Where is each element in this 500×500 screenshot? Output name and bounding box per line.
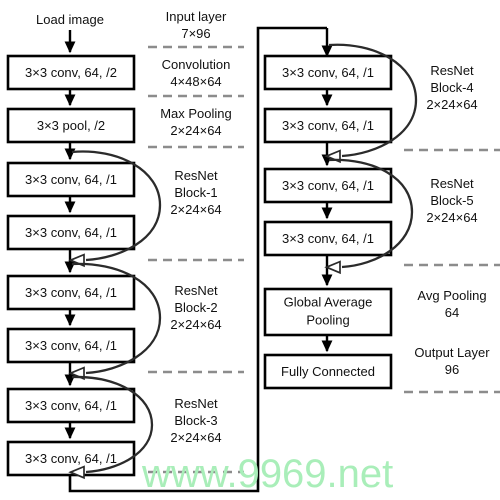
svg-text:Output Layer: Output Layer — [414, 345, 490, 360]
svg-text:Max Pooling: Max Pooling — [160, 106, 232, 121]
svg-text:3×3 conv, 64, /1: 3×3 conv, 64, /1 — [25, 285, 117, 300]
svg-text:Convolution: Convolution — [162, 57, 231, 72]
box-right-b5-conv1: 3×3 conv, 64, /1 — [263, 167, 393, 204]
svg-text:7×96: 7×96 — [181, 26, 210, 41]
svg-text:Block-4: Block-4 — [430, 80, 473, 95]
architecture-diagram: Load image 3×3 conv, 64, /2 3×3 pool, /2… — [0, 0, 500, 500]
annotation-max-pooling: Max Pooling 2×24×64 — [160, 106, 232, 138]
svg-text:3×3 conv, 64, /1: 3×3 conv, 64, /1 — [282, 178, 374, 193]
annotation-resnet-block-5: ResNet Block-5 2×24×64 — [426, 176, 477, 225]
svg-text:3×3 conv, 64, /1: 3×3 conv, 64, /1 — [25, 172, 117, 187]
svg-text:ResNet: ResNet — [430, 63, 474, 78]
annotation-resnet-block-4: ResNet Block-4 2×24×64 — [426, 63, 477, 112]
box-right-b5-conv2: 3×3 conv, 64, /1 — [263, 220, 393, 257]
box-left-conv1: 3×3 conv, 64, /2 — [6, 54, 136, 91]
skip-arrowhead-block-5 — [324, 260, 341, 275]
annotation-convolution: Convolution 4×48×64 — [162, 57, 231, 89]
svg-text:Block-3: Block-3 — [174, 413, 217, 428]
svg-text:2×24×64: 2×24×64 — [170, 430, 221, 445]
annotation-input-layer: Input layer 7×96 — [166, 9, 227, 41]
svg-text:2×24×64: 2×24×64 — [426, 210, 477, 225]
svg-text:3×3 conv, 64, /1: 3×3 conv, 64, /1 — [282, 231, 374, 246]
annotation-output-layer: Output Layer 96 — [414, 345, 490, 377]
annotation-resnet-block-3: ResNet Block-3 2×24×64 — [170, 396, 221, 445]
svg-text:ResNet: ResNet — [174, 283, 218, 298]
svg-text:ResNet: ResNet — [174, 396, 218, 411]
svg-text:Block-5: Block-5 — [430, 193, 473, 208]
box-left-b1-conv2: 3×3 conv, 64, /1 — [6, 214, 136, 251]
box-left-b3-conv1: 3×3 conv, 64, /1 — [6, 387, 136, 424]
svg-text:2×24×64: 2×24×64 — [426, 97, 477, 112]
box-right-b4-conv1: 3×3 conv, 64, /1 — [263, 54, 393, 91]
box-left-b2-conv1: 3×3 conv, 64, /1 — [6, 274, 136, 311]
svg-text:4×48×64: 4×48×64 — [170, 74, 221, 89]
entry-caption: Load image — [36, 12, 104, 27]
box-left-b3-conv2: 3×3 conv, 64, /1 — [6, 440, 136, 477]
svg-text:Input layer: Input layer — [166, 9, 227, 24]
svg-text:3×3 conv, 64, /1: 3×3 conv, 64, /1 — [282, 65, 374, 80]
svg-text:3×3 conv, 64, /1: 3×3 conv, 64, /1 — [25, 225, 117, 240]
svg-text:64: 64 — [445, 305, 459, 320]
svg-text:3×3 conv, 64, /1: 3×3 conv, 64, /1 — [25, 338, 117, 353]
svg-text:Pooling: Pooling — [306, 312, 349, 327]
box-left-b1-conv1: 3×3 conv, 64, /1 — [6, 161, 136, 198]
annotation-avg-pooling: Avg Pooling 64 — [417, 288, 486, 320]
svg-text:3×3 conv, 64, /1: 3×3 conv, 64, /1 — [282, 118, 374, 133]
svg-text:Avg Pooling: Avg Pooling — [417, 288, 486, 303]
svg-text:3×3 conv, 64, /1: 3×3 conv, 64, /1 — [25, 451, 117, 466]
svg-text:2×24×64: 2×24×64 — [170, 202, 221, 217]
svg-text:ResNet: ResNet — [430, 176, 474, 191]
svg-text:3×3 conv, 64, /1: 3×3 conv, 64, /1 — [25, 398, 117, 413]
svg-text:Block-1: Block-1 — [174, 185, 217, 200]
diagram-canvas: Load image 3×3 conv, 64, /2 3×3 pool, /2… — [6, 9, 500, 496]
svg-text:96: 96 — [445, 362, 459, 377]
annotation-resnet-block-2: ResNet Block-2 2×24×64 — [170, 283, 221, 332]
svg-text:2×24×64: 2×24×64 — [170, 123, 221, 138]
box-right-global-average-pooling: Global Average Pooling — [263, 287, 393, 337]
svg-text:Block-2: Block-2 — [174, 300, 217, 315]
svg-text:3×3 pool, /2: 3×3 pool, /2 — [37, 118, 105, 133]
box-right-fully-connected: Fully Connected — [263, 353, 393, 390]
annotation-resnet-block-1: ResNet Block-1 2×24×64 — [170, 168, 221, 217]
svg-text:2×24×64: 2×24×64 — [170, 317, 221, 332]
box-right-b4-conv2: 3×3 conv, 64, /1 — [263, 107, 393, 144]
box-left-pool1: 3×3 pool, /2 — [6, 107, 136, 144]
svg-text:Fully Connected: Fully Connected — [281, 364, 375, 379]
watermark: www.9969.net — [141, 452, 393, 496]
svg-text:ResNet: ResNet — [174, 168, 218, 183]
svg-text:3×3 conv, 64, /2: 3×3 conv, 64, /2 — [25, 65, 117, 80]
box-left-b2-conv2: 3×3 conv, 64, /1 — [6, 327, 136, 364]
svg-text:Global Average: Global Average — [284, 294, 373, 309]
